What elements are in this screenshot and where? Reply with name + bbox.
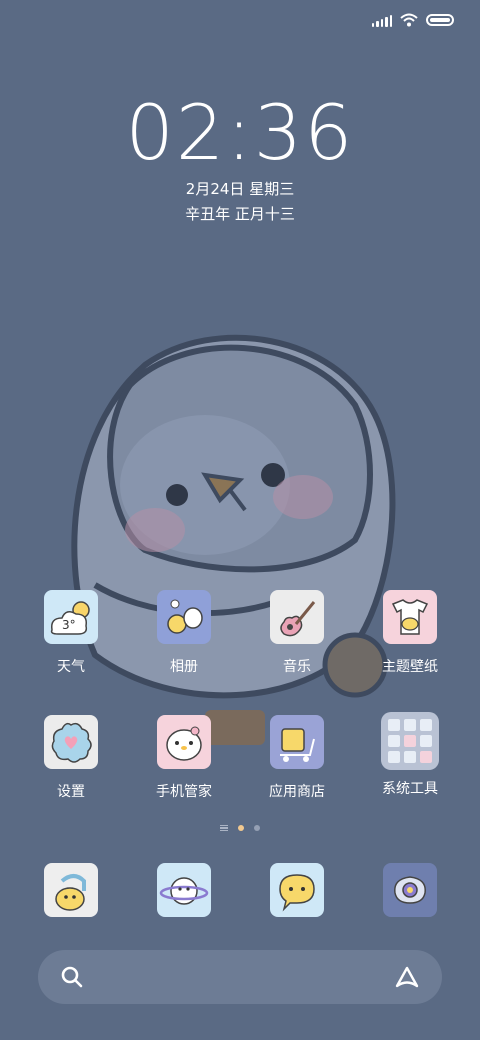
- assistant-icon[interactable]: [394, 965, 420, 989]
- app-label: 相册: [170, 659, 198, 675]
- music-icon: [270, 590, 324, 644]
- app-label: 设置: [57, 784, 85, 800]
- clock-date: 2月24日 星期三: [185, 180, 295, 198]
- page-dot-active[interactable]: [238, 825, 244, 831]
- search-bar[interactable]: [38, 950, 442, 1004]
- page-menu-icon[interactable]: [220, 825, 228, 831]
- weather-icon: 3°: [44, 590, 98, 644]
- app-system-tools[interactable]: 系统工具: [360, 712, 460, 798]
- app-store[interactable]: 应用商店: [247, 715, 347, 801]
- page-dot[interactable]: [254, 825, 260, 831]
- app-label: 主题壁纸: [382, 659, 438, 675]
- settings-icon: [44, 715, 98, 769]
- dock-messages[interactable]: [247, 863, 347, 917]
- themes-icon: [383, 590, 437, 644]
- clock-time[interactable]: 02:36: [0, 90, 480, 176]
- battery-icon: [426, 14, 454, 26]
- app-music[interactable]: 音乐: [247, 590, 347, 676]
- app-gallery[interactable]: 相册: [134, 590, 234, 676]
- dock-phone[interactable]: [21, 863, 121, 917]
- search-icon[interactable]: [60, 965, 84, 989]
- app-label: 系统工具: [382, 781, 438, 797]
- app-store-icon: [270, 715, 324, 769]
- gallery-icon: [157, 590, 211, 644]
- dock-browser[interactable]: [134, 863, 234, 917]
- status-bar: [371, 10, 454, 30]
- app-label: 天气: [57, 659, 85, 675]
- app-label: 应用商店: [269, 784, 325, 800]
- phone-icon: [44, 863, 98, 917]
- wallpaper-duck-illustration: [71, 334, 396, 745]
- browser-icon: [157, 863, 211, 917]
- app-label: 手机管家: [156, 784, 212, 800]
- camera-icon: [383, 863, 437, 917]
- app-security[interactable]: 手机管家: [134, 715, 234, 801]
- system-tools-folder-icon: [381, 712, 439, 770]
- dock-camera[interactable]: [360, 863, 460, 917]
- app-weather[interactable]: 3° 天气: [21, 590, 121, 676]
- security-icon: [157, 715, 211, 769]
- wifi-icon: [400, 13, 418, 27]
- messages-icon: [270, 863, 324, 917]
- weather-temp: 3°: [62, 618, 76, 632]
- app-settings[interactable]: 设置: [21, 715, 121, 801]
- app-themes[interactable]: 主题壁纸: [360, 590, 460, 676]
- page-indicator[interactable]: [0, 825, 480, 831]
- lunar-date: 辛丑年 正月十三: [185, 205, 295, 223]
- app-label: 音乐: [283, 659, 311, 675]
- signal-icon: [371, 13, 392, 27]
